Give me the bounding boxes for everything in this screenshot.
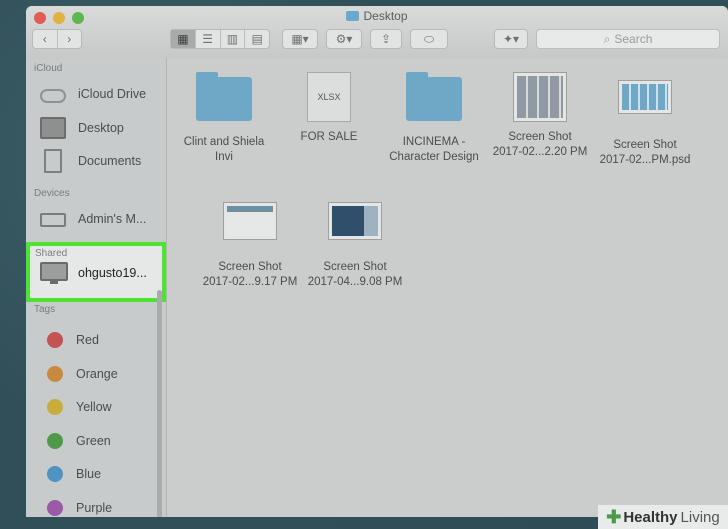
view-mode-control: ▦ ☰ ▥ ▤ [170,29,270,49]
sidebar: iCloud iCloud Drive Desktop Documents De… [26,58,167,517]
sidebar-tag-red[interactable]: Red [40,327,160,353]
sidebar-header-shared: Shared [35,248,68,259]
sidebar-item-label: iCloud Drive [78,87,147,101]
file-name-line2: 2017-04...9.08 PM [307,276,403,288]
back-button[interactable]: ‹ [33,30,58,48]
tag-label: Blue [76,467,102,481]
sidebar-tag-purple[interactable]: Purple [40,495,160,517]
file-name: INCINEMA - [402,136,466,148]
window-title-text: Desktop [363,9,408,23]
tag-label: Yellow [76,400,112,414]
screenshot-thumbnail-icon [618,80,672,114]
sidebar-item-label: Desktop [78,121,124,135]
sidebar-header-icloud: iCloud [34,63,63,74]
sidebar-item-label: Documents [78,154,142,168]
search-placeholder: Search [614,32,653,46]
sidebar-item-documents[interactable]: Documents [40,148,160,174]
file-name: Screen Shot [218,261,282,273]
monitor-icon [40,262,68,284]
action-button[interactable]: ⚙▾ [326,29,362,49]
laptop-icon [40,213,66,227]
tag-label: Green [76,434,111,448]
blue-tag-icon [47,466,63,482]
watermark-brand: Healthy [623,508,678,526]
file-browser: Clint and Shiela Invi XLSX FOR SALE INCI… [167,58,728,517]
tags-button[interactable]: ⬭ [410,29,448,49]
watermark-logo: ✚ Healthy Living [598,505,728,529]
red-tag-icon [47,332,63,348]
search-icon: ⌕ [603,31,611,46]
sidebar-item-label: ohgusto19... [78,266,147,280]
icon-view-button[interactable]: ▦ [171,30,196,48]
sidebar-tag-yellow[interactable]: Yellow [40,394,160,420]
file-type-badge: XLSX [317,91,341,102]
file-name: Screen Shot [323,261,387,273]
file-name-line2: 2017-02...9.17 PM [202,276,298,288]
arrange-icon: ▦▾ [291,32,309,46]
share-icon: ⇪ [380,32,392,46]
file-item[interactable]: Screen Shot 2017-04...9.08 PM [300,196,410,290]
file-name: FOR SALE [300,131,358,143]
screenshot-thumbnail-icon [513,72,567,122]
folder-icon [196,72,252,121]
gear-icon: ⚙▾ [335,32,353,46]
sidebar-item-label: Admin's M... [78,212,147,226]
file-item[interactable]: Screen Shot 2017-02...PM.psd [590,72,700,168]
share-button[interactable]: ⇪ [370,29,402,49]
orange-tag-icon [47,366,63,382]
file-name-line2: Invi [215,151,233,163]
tag-label: Red [76,333,99,347]
sidebar-tag-blue[interactable]: Blue [40,461,160,487]
file-name: Screen Shot [613,139,677,151]
tag-label: Purple [76,501,113,515]
screenshot-thumbnail-icon [328,202,382,240]
sidebar-item-icloud-drive[interactable]: iCloud Drive [40,81,160,107]
file-name-line2: 2017-02...2.20 PM [492,146,588,158]
folder-icon [346,11,360,21]
sidebar-header-devices: Devices [34,188,70,199]
green-tag-icon [47,433,63,449]
dropbox-icon: ✦▾ [502,32,520,46]
file-item[interactable]: Screen Shot 2017-02...9.17 PM [195,196,305,290]
sidebar-tag-orange[interactable]: Orange [40,361,160,387]
sidebar-header-tags: Tags [34,304,56,315]
list-view-button[interactable]: ☰ [196,30,221,48]
plus-icon: ✚ [606,506,622,527]
shared-section-highlight: Shared ohgusto19... [26,242,166,302]
screenshot-thumbnail-icon [223,202,277,240]
file-item[interactable]: INCINEMA - Character Design [379,72,489,165]
search-field[interactable]: ⌕ Search [536,29,720,49]
watermark-brand2: Living [680,508,720,526]
file-name-line2: Character Design [389,151,479,163]
documents-icon [44,149,62,173]
file-item[interactable]: XLSX FOR SALE [274,72,384,145]
toolbar: Desktop ‹ › ▦ ☰ ▥ ▤ ▦▾ ⚙▾ ⇪ ⬭ ✦▾ ⌕ Searc… [26,6,728,59]
file-item[interactable]: Clint and Shiela Invi [169,72,279,165]
file-name: Screen Shot [508,131,572,143]
yellow-tag-icon [47,399,63,415]
dropbox-button[interactable]: ✦▾ [494,29,528,49]
cloud-icon [40,89,66,103]
gallery-view-button[interactable]: ▤ [245,30,269,48]
tag-icon: ⬭ [423,31,435,46]
file-item[interactable]: Screen Shot 2017-02...2.20 PM [485,72,595,160]
spreadsheet-icon: XLSX [307,72,351,122]
arrange-button[interactable]: ▦▾ [282,29,318,49]
desktop-icon [40,117,66,139]
sidebar-item-admin-mac[interactable]: Admin's M... [40,206,160,232]
folder-icon [406,72,462,121]
column-view-button[interactable]: ▥ [221,30,246,48]
finder-window: Desktop ‹ › ▦ ☰ ▥ ▤ ▦▾ ⚙▾ ⇪ ⬭ ✦▾ ⌕ Searc… [26,6,728,517]
purple-tag-icon [47,500,63,516]
file-name-line2: 2017-02...PM.psd [599,154,691,166]
file-name: Clint and Shiela [183,136,265,148]
back-forward-control: ‹ › [32,29,82,49]
sidebar-item-desktop[interactable]: Desktop [40,115,160,141]
sidebar-scrollbar[interactable] [157,290,162,517]
sidebar-tag-green[interactable]: Green [40,428,160,454]
sidebar-item-shared-computer[interactable]: ohgusto19... [40,262,147,284]
window-title: Desktop [26,9,728,23]
forward-button[interactable]: › [58,30,82,48]
tag-label: Orange [76,367,118,381]
